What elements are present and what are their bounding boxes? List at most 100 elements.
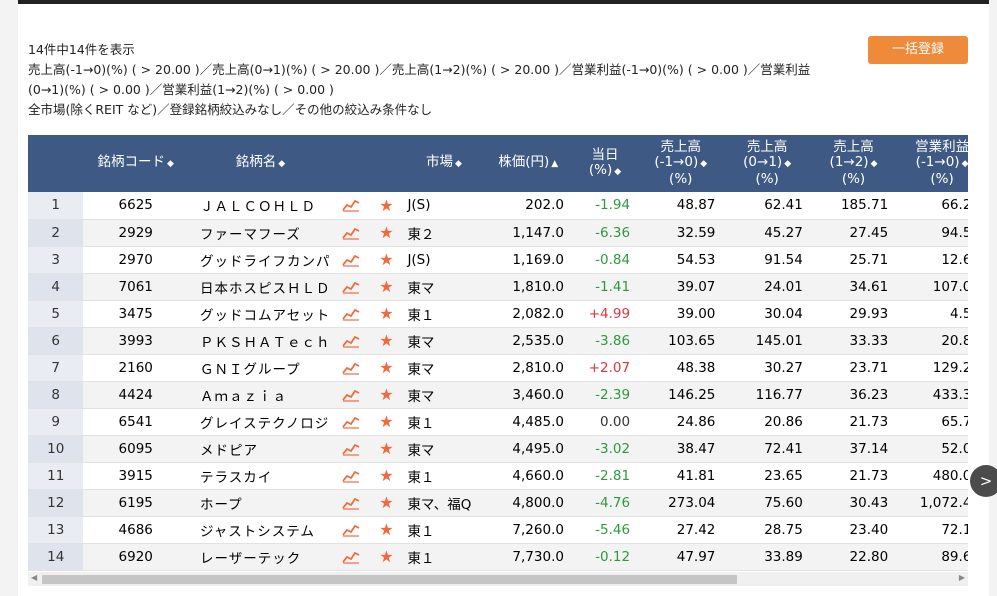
- sort-up-icon: ▲: [551, 159, 559, 169]
- star-icon[interactable]: ★: [379, 277, 393, 296]
- chart-icon[interactable]: [333, 246, 370, 274]
- stock-code[interactable]: 3475: [83, 300, 188, 328]
- market: 東マ: [403, 435, 485, 463]
- daily-change: +2.07: [571, 354, 639, 382]
- stock-name[interactable]: ＧＮＩグループ: [187, 354, 334, 382]
- daily-change: -3.86: [571, 327, 639, 355]
- chart-icon[interactable]: [333, 516, 370, 544]
- stock-name[interactable]: レーザーテック: [187, 543, 334, 571]
- chart-icon[interactable]: [333, 381, 370, 409]
- stock-code[interactable]: 4424: [83, 381, 188, 409]
- header-sales-next[interactable]: 売上高 (1→2) ◆ (%): [810, 135, 897, 192]
- filter-conditions-line3: 全市場(除くREIT など)／登録銘柄絞込みなし／その他の絞込み条件なし: [28, 102, 433, 117]
- stock-name[interactable]: グッドコムアセット: [187, 300, 334, 328]
- table-row[interactable]: 7 2160 ＧＮＩグループ ★ 東マ 2,810.0 +2.07 48.38 30.27 23.…: [28, 354, 968, 382]
- stock-name[interactable]: ＪＡＬＣＯＨＬＤ: [187, 192, 334, 220]
- header-code[interactable]: 銘柄コード ◆: [83, 135, 188, 192]
- header-market[interactable]: 市場 ◆: [403, 135, 485, 192]
- star-icon[interactable]: ★: [379, 439, 393, 458]
- star-icon[interactable]: ★: [379, 412, 393, 431]
- table-row[interactable]: 13 4686 ジャストシステム ★ 東１ 7,260.0 -5.46 27.42 28.75 2…: [28, 516, 968, 544]
- next-page-button[interactable]: >: [970, 465, 997, 497]
- table-row[interactable]: 9 6541 グレイステクノロジ ★ 東１ 4,485.0 0.00 24.86 20.86 21…: [28, 408, 968, 436]
- stock-code[interactable]: 3915: [83, 462, 188, 490]
- star-icon[interactable]: ★: [379, 196, 393, 215]
- stock-code[interactable]: 6625: [83, 192, 188, 220]
- star-icon[interactable]: ★: [379, 385, 393, 404]
- table-row[interactable]: 8 4424 Ａｍａｚｉａ ★ 東マ 3,460.0 -2.39 146.25 116.77 36…: [28, 381, 968, 409]
- stock-code[interactable]: 4686: [83, 516, 188, 544]
- header-price[interactable]: 株価(円) ▲: [484, 135, 572, 192]
- stock-code[interactable]: 7061: [83, 273, 188, 301]
- chart-icon[interactable]: [333, 462, 370, 490]
- table-row[interactable]: 6 3993 ＰＫＳＨＡＴｅｃｈ ★ 東マ 2,535.0 -3.86 103.65 145.0…: [28, 327, 968, 355]
- chart-icon[interactable]: [333, 300, 370, 328]
- stock-code[interactable]: 2970: [83, 246, 188, 274]
- star-icon[interactable]: ★: [379, 331, 393, 350]
- stock-name[interactable]: グッドライフカンパ: [187, 246, 334, 274]
- price: 2,535.0: [484, 327, 572, 355]
- stock-code[interactable]: 6095: [83, 435, 188, 463]
- header-name[interactable]: 銘柄名 ◆: [187, 135, 334, 192]
- stock-name[interactable]: ジャストシステム: [187, 516, 334, 544]
- chart-icon[interactable]: [333, 543, 370, 571]
- stock-name[interactable]: メドピア: [187, 435, 334, 463]
- scroll-left-icon[interactable]: ◀: [31, 573, 37, 582]
- header-sales-current[interactable]: 売上高 (0→1) ◆ (%): [723, 135, 811, 192]
- results-table-container: 銘柄コード ◆ 銘柄名 ◆ 市場 ◆ 株価(円) ▲ 当日 (%) ◆ 売上高 (-1→0) ◆…: [28, 135, 968, 572]
- sales-growth-prev: 24.86: [638, 408, 724, 436]
- star-icon[interactable]: ★: [379, 358, 393, 377]
- stock-code[interactable]: 6541: [83, 408, 188, 436]
- price: 7,730.0: [484, 543, 572, 571]
- chart-icon[interactable]: [333, 327, 370, 355]
- scrollbar-thumb[interactable]: [42, 575, 737, 584]
- stock-code[interactable]: 2160: [83, 354, 188, 382]
- star-icon[interactable]: ★: [379, 493, 393, 512]
- stock-name[interactable]: ホープ: [187, 489, 334, 517]
- star-icon[interactable]: ★: [379, 223, 393, 242]
- star-icon[interactable]: ★: [379, 466, 393, 485]
- bulk-register-button[interactable]: 一括登録: [868, 36, 968, 64]
- table-row[interactable]: 3 2970 グッドライフカンパ ★ J(S) 1,169.0 -0.84 54.53 91.5…: [28, 246, 968, 274]
- stock-code[interactable]: 2929: [83, 219, 188, 247]
- header-sales-prev[interactable]: 売上高 (-1→0) ◆ (%): [638, 135, 724, 192]
- table-row[interactable]: 2 2929 ファーマフーズ ★ 東２ 1,147.0 -6.36 32.59 45.27 27.…: [28, 219, 968, 247]
- star-icon[interactable]: ★: [379, 304, 393, 323]
- chart-icon[interactable]: [333, 273, 370, 301]
- chart-icon[interactable]: [333, 354, 370, 382]
- row-index: 10: [28, 435, 84, 463]
- stock-name[interactable]: ファーマフーズ: [187, 219, 334, 247]
- scroll-right-icon[interactable]: ▶: [959, 573, 965, 582]
- star-icon[interactable]: ★: [379, 250, 393, 269]
- stock-name[interactable]: テラスカイ: [187, 462, 334, 490]
- stock-name[interactable]: 日本ホスピスＨＬＤ: [187, 273, 334, 301]
- table-row[interactable]: 5 3475 グッドコムアセット ★ 東１ 2,082.0 +4.99 39.00 30.04 2…: [28, 300, 968, 328]
- table-row[interactable]: 14 6920 レーザーテック ★ 東１ 7,730.0 -0.12 47.97 33.89 22…: [28, 543, 968, 571]
- star-icon[interactable]: ★: [379, 520, 393, 539]
- sort-icon: ◆: [784, 159, 792, 169]
- stock-code[interactable]: 3993: [83, 327, 188, 355]
- stock-code[interactable]: 6195: [83, 489, 188, 517]
- chart-icon[interactable]: [333, 435, 370, 463]
- chart-icon[interactable]: [333, 408, 370, 436]
- table-row[interactable]: 10 6095 メドピア ★ 東マ 4,495.0 -3.02 38.47 72.41 37.14…: [28, 435, 968, 463]
- sales-growth-prev: 39.00: [638, 300, 724, 328]
- table-row[interactable]: 4 7061 日本ホスピスＨＬＤ ★ 東マ 1,810.0 -1.41 39.07 24.01 3…: [28, 273, 968, 301]
- sort-icon: ◆: [614, 166, 622, 177]
- sales-growth-prev: 48.87: [638, 192, 724, 220]
- table-row[interactable]: 12 6195 ホープ ★ 東マ、福Q 4,800.0 -4.76 273.04 75.60 30…: [28, 489, 968, 517]
- star-icon[interactable]: ★: [379, 547, 393, 566]
- horizontal-scrollbar[interactable]: ◀ ▶: [28, 572, 968, 586]
- stock-name[interactable]: ＰＫＳＨＡＴｅｃｈ: [187, 327, 334, 355]
- header-change[interactable]: 当日 (%) ◆: [571, 135, 639, 192]
- stock-code[interactable]: 6920: [83, 543, 188, 571]
- table-row[interactable]: 11 3915 テラスカイ ★ 東１ 4,660.0 -2.81 41.81 23.65 21.7…: [28, 462, 968, 490]
- chart-icon[interactable]: [333, 192, 370, 220]
- header-op-profit-prev[interactable]: 営業利益 (-1→0) ◆ (%): [896, 135, 968, 192]
- table-row[interactable]: 1 6625 ＪＡＬＣＯＨＬＤ ★ J(S) 202.0 -1.94 48.87 62.41 18…: [28, 192, 968, 220]
- chart-icon[interactable]: [333, 489, 370, 517]
- chart-icon[interactable]: [333, 219, 370, 247]
- sales-growth-next: 22.80: [810, 543, 897, 571]
- stock-name[interactable]: Ａｍａｚｉａ: [187, 381, 334, 409]
- stock-name[interactable]: グレイステクノロジ: [187, 408, 334, 436]
